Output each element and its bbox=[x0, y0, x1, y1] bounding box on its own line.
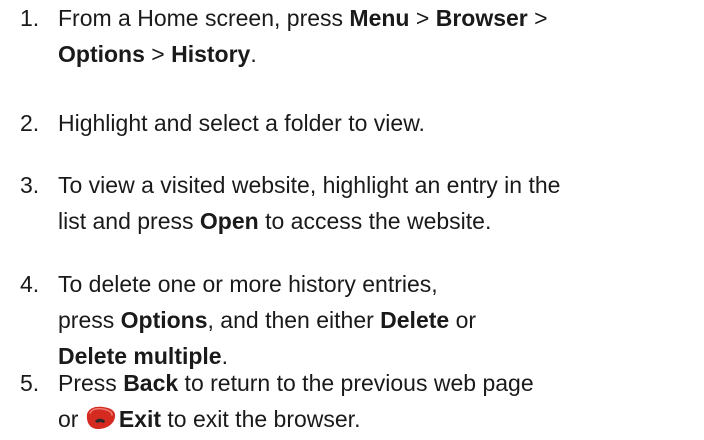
step-text: Press Back to return to the previous web… bbox=[58, 365, 698, 437]
open-label: Open bbox=[199, 208, 259, 234]
step-line: To delete one or more history entries, bbox=[58, 266, 698, 302]
text-run: to access the website. bbox=[258, 208, 492, 234]
text-run: Press bbox=[58, 370, 124, 396]
step-number: 5. bbox=[20, 370, 40, 396]
exit-label: Exit bbox=[118, 406, 162, 432]
text-run: press bbox=[58, 307, 121, 333]
step-text: To view a visited website, highlight an … bbox=[58, 167, 698, 239]
step-line: press Options, and then either Delete or bbox=[58, 302, 698, 338]
text-run: To view a visited website, highlight an … bbox=[58, 172, 561, 198]
step-line: or Exit to exit the browser. bbox=[58, 401, 698, 437]
text-run: > bbox=[409, 5, 436, 31]
step-line: list and press Open to access the websit… bbox=[58, 203, 698, 239]
back-label: Back bbox=[123, 370, 179, 396]
menu-key-label: Menu bbox=[349, 5, 410, 31]
browser-label: Browser bbox=[435, 5, 528, 31]
step-line: From a Home screen, press Menu > Browser… bbox=[58, 0, 698, 36]
step-text: From a Home screen, press Menu > Browser… bbox=[58, 0, 698, 72]
text-run: or bbox=[58, 406, 85, 432]
step-line: Press Back to return to the previous web… bbox=[58, 365, 698, 401]
text-run: or bbox=[449, 307, 477, 333]
step-text: To delete one or more history entries, p… bbox=[58, 266, 698, 374]
text-run: From a Home screen, press bbox=[58, 5, 350, 31]
history-label: History bbox=[171, 41, 251, 67]
text-run: To delete one or more history entries, bbox=[58, 271, 438, 297]
instructions-document: 1. From a Home screen, press Menu > Brow… bbox=[0, 0, 704, 435]
text-run: Highlight and select a folder to view. bbox=[58, 110, 425, 136]
step-text: Highlight and select a folder to view. bbox=[58, 105, 698, 141]
step-line: To view a visited website, highlight an … bbox=[58, 167, 698, 203]
step-number: 1. bbox=[20, 5, 40, 31]
options-label: Options bbox=[120, 307, 208, 333]
step-line: Highlight and select a folder to view. bbox=[58, 105, 698, 141]
text-run: , and then either bbox=[207, 307, 381, 333]
step-number: 2. bbox=[20, 110, 40, 136]
step-line: Options > History. bbox=[58, 36, 698, 72]
step-number: 3. bbox=[20, 172, 40, 198]
text-run: to exit the browser. bbox=[161, 406, 361, 432]
end-call-key-icon bbox=[85, 404, 117, 429]
options-label: Options bbox=[58, 41, 145, 67]
text-run: > bbox=[144, 41, 172, 67]
delete-label: Delete bbox=[380, 307, 450, 333]
text-run: list and press bbox=[58, 208, 200, 234]
text-run: . bbox=[250, 41, 257, 67]
text-run: > bbox=[527, 5, 548, 31]
text-run: to return to the previous web page bbox=[178, 370, 534, 396]
step-number: 4. bbox=[20, 271, 40, 297]
